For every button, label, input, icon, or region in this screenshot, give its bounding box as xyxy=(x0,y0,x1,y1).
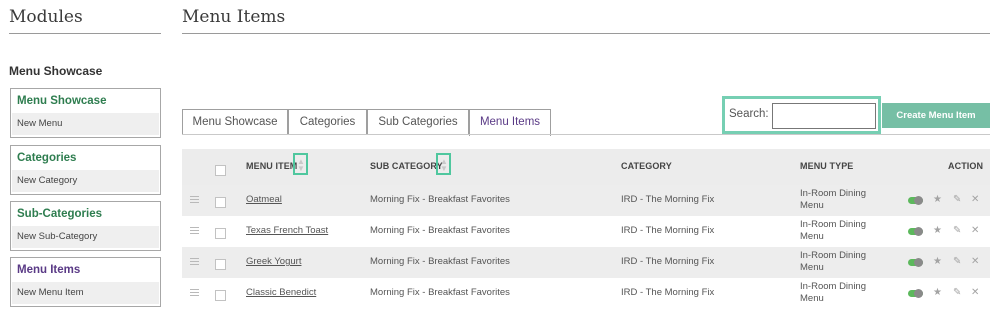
menu-item-link[interactable]: Greek Yogurt xyxy=(246,256,301,267)
menu-type-line2: Menu xyxy=(800,200,824,211)
menu-showcase-subtitle: Menu Showcase xyxy=(9,64,103,78)
menu-type-line1: In-Room Dining xyxy=(800,250,866,261)
pencil-icon[interactable]: ✎ xyxy=(953,288,961,298)
page-title: Menu Items xyxy=(182,7,286,27)
menu-type-line2: Menu xyxy=(800,293,824,304)
create-menu-item-button[interactable]: Create Menu Item xyxy=(882,103,990,128)
category-cell: IRD - The Morning Fix xyxy=(621,225,715,236)
sub-category-cell: Morning Fix - Breakfast Favorites xyxy=(370,194,510,205)
menu-type-line1: In-Room Dining xyxy=(800,188,866,199)
menu-item-link[interactable]: Oatmeal xyxy=(246,194,282,205)
star-icon[interactable]: ★ xyxy=(933,226,942,236)
menu-item-link[interactable]: Texas French Toast xyxy=(246,225,328,236)
search-highlight-box: Search: xyxy=(722,96,881,134)
star-icon[interactable]: ★ xyxy=(933,195,942,205)
module-heading-menu-showcase[interactable]: Menu Showcase xyxy=(11,89,160,113)
row-checkbox[interactable] xyxy=(215,259,226,270)
menu-item-link[interactable]: Classic Benedict xyxy=(246,287,316,298)
header-menu-type: MENU TYPE xyxy=(800,161,854,171)
header-action: ACTION xyxy=(948,161,984,171)
sort-menu-item-icon[interactable]: ▲ ▼ xyxy=(293,153,308,175)
close-icon[interactable]: ✕ xyxy=(971,195,979,205)
toggle-icon[interactable] xyxy=(908,289,923,298)
sub-category-cell: Morning Fix - Breakfast Favorites xyxy=(370,256,510,267)
close-icon[interactable]: ✕ xyxy=(971,257,979,267)
menu-type-line1: In-Room Dining xyxy=(800,219,866,230)
close-icon[interactable]: ✕ xyxy=(971,288,979,298)
new-menu-link[interactable]: New Menu xyxy=(12,113,159,135)
select-all-checkbox[interactable] xyxy=(215,165,226,176)
search-label: Search: xyxy=(729,108,769,120)
modules-divider xyxy=(9,33,161,34)
new-sub-category-link[interactable]: New Sub-Category xyxy=(12,226,159,248)
drag-handle-icon[interactable] xyxy=(190,196,199,205)
search-input[interactable] xyxy=(772,103,876,129)
table-row: Texas French Toast Morning Fix - Breakfa… xyxy=(182,216,990,247)
header-sub-category[interactable]: SUB CATEGORY xyxy=(370,161,443,171)
star-icon[interactable]: ★ xyxy=(933,288,942,298)
module-heading-categories[interactable]: Categories xyxy=(11,146,160,170)
drag-handle-icon[interactable] xyxy=(190,258,199,267)
category-cell: IRD - The Morning Fix xyxy=(621,194,715,205)
module-card-sub-categories: Sub-Categories New Sub-Category xyxy=(10,201,161,251)
category-cell: IRD - The Morning Fix xyxy=(621,287,715,298)
sort-sub-category-icon[interactable]: ▲ ▼ xyxy=(436,153,451,175)
tab-sub-categories[interactable]: Sub Categories xyxy=(367,109,469,135)
row-checkbox[interactable] xyxy=(215,228,226,239)
pencil-icon[interactable]: ✎ xyxy=(953,195,961,205)
drag-handle-icon[interactable] xyxy=(190,289,199,298)
menu-type-line2: Menu xyxy=(800,231,824,242)
toggle-icon[interactable] xyxy=(908,227,923,236)
tab-categories[interactable]: Categories xyxy=(288,109,367,135)
close-icon[interactable]: ✕ xyxy=(971,226,979,236)
row-checkbox[interactable] xyxy=(215,290,226,301)
table-row: Greek Yogurt Morning Fix - Breakfast Fav… xyxy=(182,247,990,278)
menu-type-cell: In-Room Dining Menu xyxy=(800,188,866,212)
sub-category-cell: Morning Fix - Breakfast Favorites xyxy=(370,287,510,298)
toggle-icon[interactable] xyxy=(908,196,923,205)
header-menu-item[interactable]: MENU ITEM xyxy=(246,161,297,171)
module-card-categories: Categories New Category xyxy=(10,145,161,195)
menu-type-cell: In-Room Dining Menu xyxy=(800,281,866,305)
menu-type-line1: In-Room Dining xyxy=(800,281,866,292)
menu-type-cell: In-Room Dining Menu xyxy=(800,250,866,274)
sub-category-cell: Morning Fix - Breakfast Favorites xyxy=(370,225,510,236)
module-card-menu-showcase: Menu Showcase New Menu xyxy=(10,88,161,138)
new-category-link[interactable]: New Category xyxy=(12,170,159,192)
pencil-icon[interactable]: ✎ xyxy=(953,226,961,236)
module-heading-sub-categories[interactable]: Sub-Categories xyxy=(11,202,160,226)
header-category: CATEGORY xyxy=(621,161,672,171)
tab-menu-items[interactable]: Menu Items xyxy=(469,109,551,136)
page-title-divider xyxy=(182,33,990,34)
drag-handle-icon[interactable] xyxy=(190,227,199,236)
menu-items-table: MENU ITEM ▲ ▼ SUB CATEGORY ▲ ▼ CATEGORY ME… xyxy=(182,134,990,315)
modules-title: Modules xyxy=(9,7,83,27)
pencil-icon[interactable]: ✎ xyxy=(953,257,961,267)
star-icon[interactable]: ★ xyxy=(933,257,942,267)
tab-menu-showcase[interactable]: Menu Showcase xyxy=(182,109,288,135)
new-menu-item-link[interactable]: New Menu Item xyxy=(12,282,159,304)
toggle-icon[interactable] xyxy=(908,258,923,267)
table-row: Oatmeal Morning Fix - Breakfast Favorite… xyxy=(182,185,990,216)
menu-type-line2: Menu xyxy=(800,262,824,273)
table-row: Classic Benedict Morning Fix - Breakfast… xyxy=(182,278,990,309)
category-cell: IRD - The Morning Fix xyxy=(621,256,715,267)
table-header: MENU ITEM ▲ ▼ SUB CATEGORY ▲ ▼ CATEGORY ME… xyxy=(182,149,990,185)
menu-type-cell: In-Room Dining Menu xyxy=(800,219,866,243)
module-card-menu-items: Menu Items New Menu Item xyxy=(10,257,161,307)
module-heading-menu-items[interactable]: Menu Items xyxy=(11,258,160,282)
row-checkbox[interactable] xyxy=(215,197,226,208)
